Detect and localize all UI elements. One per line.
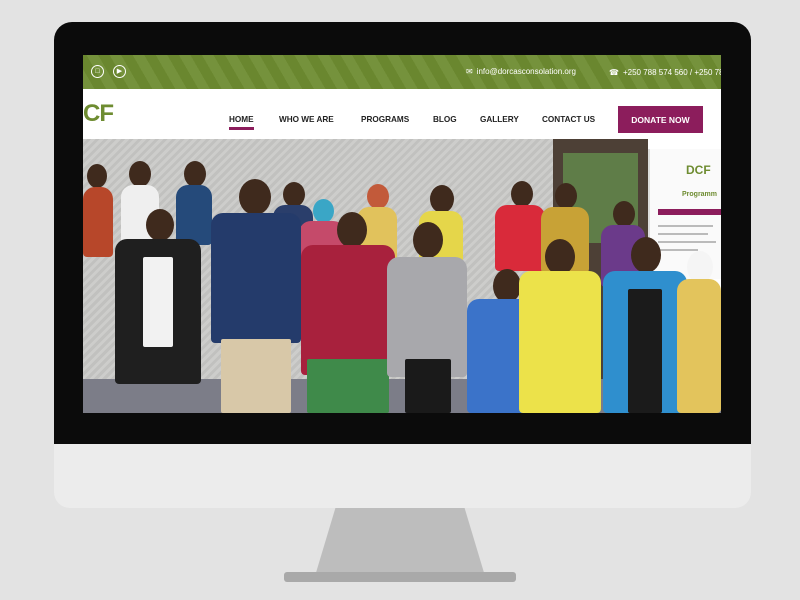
nav-item-contact-us[interactable]: CONTACT US: [542, 115, 595, 124]
monitor-chin: [54, 444, 751, 508]
top-contact-bar: □ ▶ ✉ info@dorcasconsolation.org ☎ +250 …: [83, 55, 721, 89]
nav-item-home[interactable]: HOME: [229, 115, 254, 130]
envelope-icon: ✉: [466, 67, 473, 76]
banner-title: Programm: [682, 191, 718, 198]
monitor-stand: [315, 508, 485, 576]
nav-item-programs[interactable]: PROGRAMS: [361, 115, 409, 124]
donate-now-button[interactable]: DONATE NOW: [618, 106, 703, 133]
nav-item-blog[interactable]: BLOG: [433, 115, 457, 124]
site-logo[interactable]: CF: [83, 100, 114, 128]
email-text: info@dorcasconsolation.org: [476, 67, 576, 76]
phone-icon: ☎: [609, 68, 619, 77]
website-screen: □ ▶ ✉ info@dorcasconsolation.org ☎ +250 …: [83, 55, 721, 413]
nav-item-who-we-are[interactable]: WHO WE ARE: [279, 115, 334, 124]
phone-text: +250 788 574 560 / +250 78: [622, 68, 721, 77]
youtube-icon[interactable]: ▶: [113, 65, 126, 78]
phone-contact[interactable]: ☎ +250 788 574 560 / +250 78: [609, 68, 721, 77]
nav-item-gallery[interactable]: GALLERY: [480, 115, 519, 124]
banner-logo: DCF: [686, 163, 711, 177]
instagram-icon[interactable]: □: [91, 65, 104, 78]
monitor-stand-base: [284, 572, 516, 582]
email-contact[interactable]: ✉ info@dorcasconsolation.org: [466, 67, 576, 76]
main-navbar: CF HOME WHO WE ARE PROGRAMS BLOG GALLERY…: [83, 89, 721, 139]
hero-group-photo: DCF Programm: [83, 139, 721, 413]
